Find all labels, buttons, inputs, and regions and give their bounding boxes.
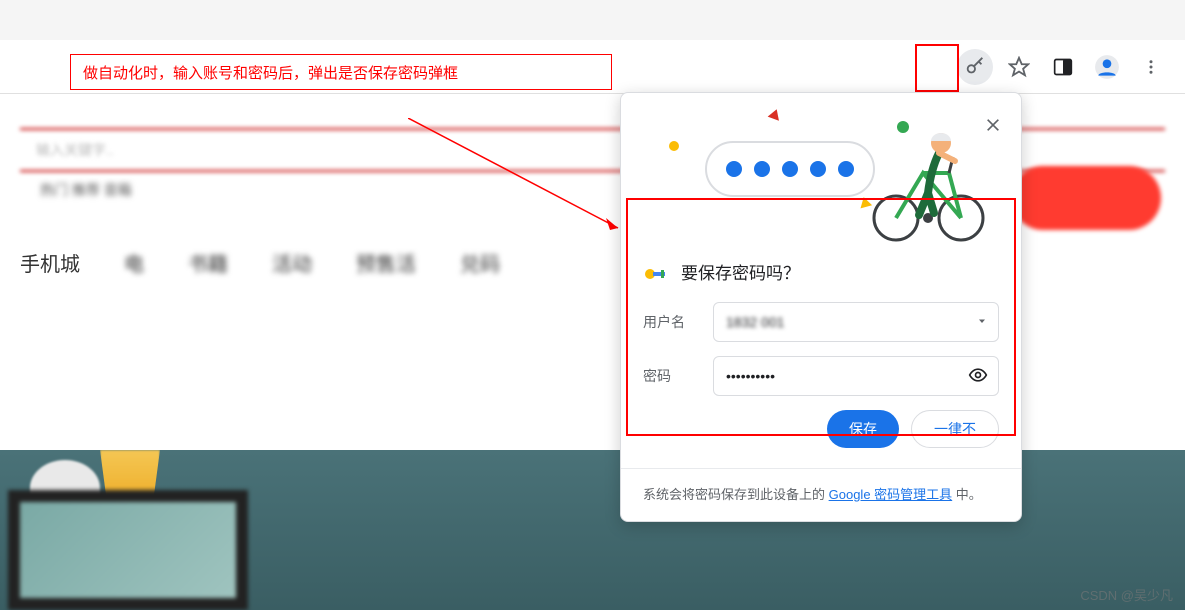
chevron-down-icon[interactable] (976, 314, 988, 330)
nav-item[interactable]: 手机城 (20, 248, 80, 277)
nav-item[interactable]: 活动 (272, 248, 312, 277)
cta-button-blurred[interactable] (1011, 166, 1161, 230)
nav-item[interactable]: 兑码 (460, 248, 500, 277)
nav-item[interactable]: 预售活 (356, 248, 416, 277)
username-field[interactable]: 1832 001 (713, 302, 999, 342)
username-label: 用户名 (643, 312, 699, 332)
nav-item[interactable]: 书籍 (188, 248, 228, 277)
key-color-icon (643, 260, 667, 284)
save-password-dialog: 要保存密码吗？ 用户名 1832 001 密码 •••••••••• 保存 一律… (620, 92, 1022, 522)
dialog-title: 要保存密码吗？ (681, 259, 800, 284)
password-manager-link[interactable]: Google 密码管理工具 (829, 487, 953, 502)
eye-icon[interactable] (968, 365, 988, 388)
password-field[interactable]: •••••••••• (713, 356, 999, 396)
footer-prefix: 系统会将密码保存到此设备上的 (643, 487, 829, 502)
confetti-icon (768, 107, 783, 121)
star-icon[interactable] (1001, 49, 1037, 85)
annotation-callout: 做自动化时，输入账号和密码后，弹出是否保存密码弹框 (70, 54, 612, 90)
dialog-illustration (621, 93, 1021, 243)
dialog-footer: 系统会将密码保存到此设备上的 Google 密码管理工具 中。 (621, 468, 1021, 521)
frame-decor (8, 490, 248, 610)
key-icon-highlight (915, 44, 959, 92)
save-button[interactable]: 保存 (827, 410, 899, 448)
confetti-icon (669, 141, 679, 151)
search-placeholder: 输入关键字.. (36, 140, 114, 160)
username-value: 1832 001 (726, 314, 784, 330)
annotation-text: 做自动化时，输入账号和密码后，弹出是否保存密码弹框 (83, 62, 458, 83)
side-panel-icon[interactable] (1045, 49, 1081, 85)
profile-icon[interactable] (1089, 49, 1125, 85)
cyclist-illustration (861, 113, 991, 243)
password-bubble-illustration (705, 141, 875, 197)
watermark: CSDN @吴少凡 (1080, 585, 1173, 604)
password-value: •••••••••• (726, 368, 775, 384)
never-button[interactable]: 一律不 (911, 410, 999, 448)
password-label: 密码 (643, 366, 699, 386)
footer-suffix: 中。 (952, 487, 982, 502)
key-icon[interactable] (957, 49, 993, 85)
menu-dots-icon[interactable] (1133, 49, 1169, 85)
nav-item[interactable]: 电 (124, 248, 144, 277)
